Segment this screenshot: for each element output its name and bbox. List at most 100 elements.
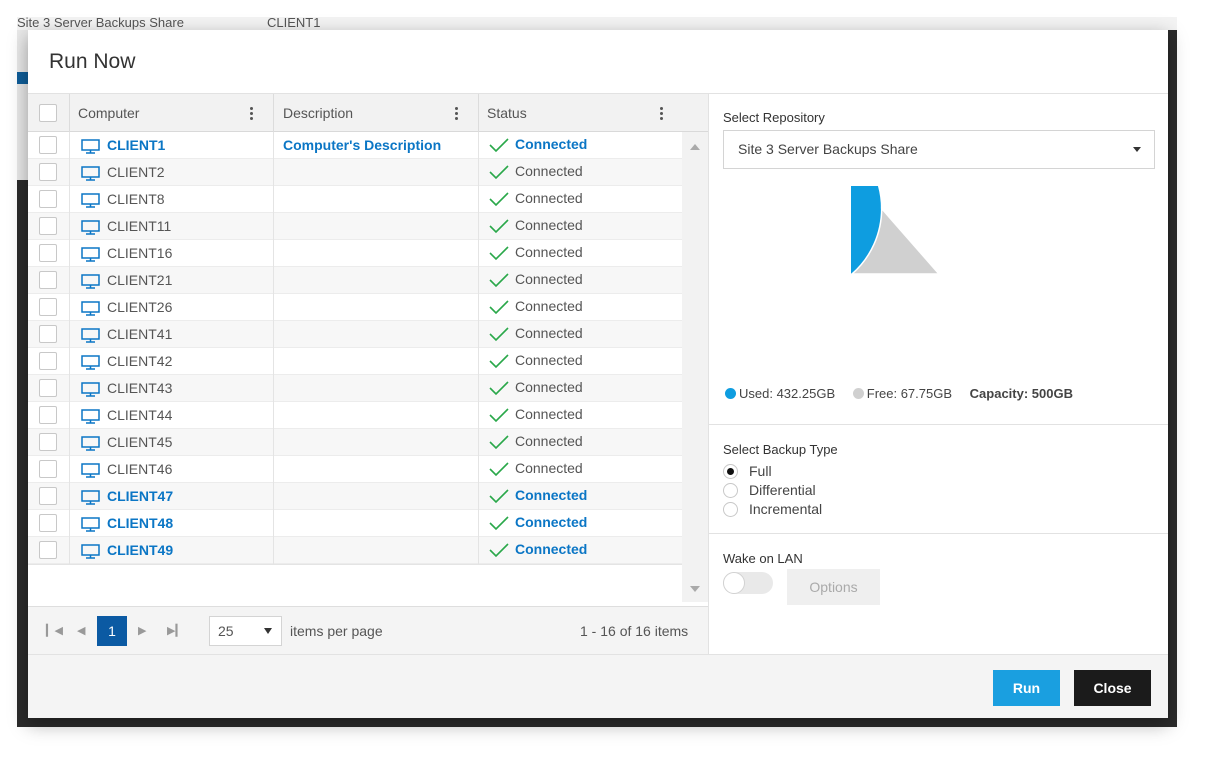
last-page-icon[interactable]: ▶▎ (167, 607, 184, 655)
row-checkbox[interactable] (39, 244, 57, 262)
radio-incremental[interactable] (723, 502, 738, 517)
repository-value: Site 3 Server Backups Share (738, 141, 918, 157)
computer-icon (81, 328, 100, 343)
wake-on-lan-toggle[interactable] (723, 572, 773, 594)
computer-icon (81, 274, 100, 289)
chevron-down-icon (264, 628, 272, 634)
column-header-status[interactable]: Status (487, 94, 527, 132)
column-header-description[interactable]: Description (283, 94, 353, 132)
column-separator (69, 132, 70, 564)
close-button[interactable]: Close (1074, 670, 1151, 706)
table-row[interactable]: CLIENT43 Connected (28, 375, 682, 402)
table-row[interactable]: CLIENT2 Connected (28, 159, 682, 186)
computer-name[interactable]: CLIENT16 (107, 240, 172, 267)
computer-name[interactable]: CLIENT44 (107, 402, 172, 429)
computer-name[interactable]: CLIENT49 (107, 537, 173, 564)
computer-name[interactable]: CLIENT11 (107, 213, 171, 240)
dialog-header: Run Now (28, 30, 1168, 94)
computer-icon (81, 517, 100, 532)
computer-icon (81, 544, 100, 559)
table-row[interactable]: CLIENT11 Connected (28, 213, 682, 240)
computer-name[interactable]: CLIENT46 (107, 456, 172, 483)
table-row[interactable]: CLIENT42 Connected (28, 348, 682, 375)
row-checkbox[interactable] (39, 298, 57, 316)
table-row[interactable]: CLIENT44 Connected (28, 402, 682, 429)
grid-scrollbar[interactable] (682, 132, 708, 602)
check-icon (489, 435, 509, 450)
check-icon (489, 219, 509, 234)
table-row[interactable]: CLIENT26 Connected (28, 294, 682, 321)
row-checkbox[interactable] (39, 514, 57, 532)
column-menu-icon[interactable] (660, 107, 664, 121)
row-checkbox[interactable] (39, 352, 57, 370)
table-row[interactable]: CLIENT49 Connected (28, 537, 682, 564)
row-checkbox[interactable] (39, 433, 57, 451)
computer-name[interactable]: CLIENT43 (107, 375, 172, 402)
status-label: Connected (515, 271, 583, 287)
scroll-up-icon[interactable] (690, 144, 700, 150)
radio-differential[interactable] (723, 483, 738, 498)
computer-name[interactable]: CLIENT2 (107, 159, 165, 186)
computer-name[interactable]: CLIENT42 (107, 348, 172, 375)
background-client-text: CLIENT1 (267, 17, 321, 30)
computer-name[interactable]: CLIENT26 (107, 294, 172, 321)
table-row[interactable]: CLIENT41 Connected (28, 321, 682, 348)
current-page-button[interactable]: 1 (97, 616, 127, 646)
check-icon (489, 381, 509, 396)
chevron-down-icon (1133, 147, 1141, 152)
status-label: Connected (515, 433, 583, 449)
page-size-select[interactable]: 25 (209, 616, 282, 646)
select-all-checkbox[interactable] (39, 104, 57, 122)
status-label: Connected (515, 136, 588, 152)
check-icon (489, 273, 509, 288)
column-menu-icon[interactable] (455, 107, 459, 121)
row-checkbox[interactable] (39, 136, 57, 154)
legend-free-label: Free: 67.75GB (866, 386, 953, 401)
table-row[interactable]: CLIENT16 Connected (28, 240, 682, 267)
radio-label-differential: Differential (749, 482, 816, 498)
repository-select[interactable]: Site 3 Server Backups Share (723, 130, 1155, 169)
next-page-icon[interactable]: ▶ (138, 607, 146, 655)
legend-used: Used: 432.25GB (725, 386, 835, 401)
computer-name[interactable]: CLIENT48 (107, 510, 173, 537)
computer-name[interactable]: CLIENT21 (107, 267, 172, 294)
column-menu-icon[interactable] (250, 107, 254, 121)
row-checkbox[interactable] (39, 271, 57, 289)
background-strip: Site 3 Server Backups Share CLIENT1 (17, 17, 1177, 30)
row-checkbox[interactable] (39, 460, 57, 478)
table-row[interactable]: CLIENT48 Connected (28, 510, 682, 537)
table-row[interactable]: CLIENT46 Connected (28, 456, 682, 483)
prev-page-icon[interactable]: ◀ (77, 607, 85, 655)
status-label: Connected (515, 298, 583, 314)
table-row[interactable]: CLIENT47 Connected (28, 483, 682, 510)
column-separator (273, 132, 274, 564)
column-header-computer[interactable]: Computer (78, 94, 139, 132)
row-checkbox[interactable] (39, 190, 57, 208)
scroll-down-icon[interactable] (690, 586, 700, 592)
column-separator (273, 94, 274, 132)
row-checkbox[interactable] (39, 487, 57, 505)
row-checkbox[interactable] (39, 406, 57, 424)
row-checkbox[interactable] (39, 379, 57, 397)
computer-name[interactable]: CLIENT47 (107, 483, 173, 510)
run-button[interactable]: Run (993, 670, 1060, 706)
row-checkbox[interactable] (39, 217, 57, 235)
table-row[interactable]: CLIENT21 Connected (28, 267, 682, 294)
wake-on-lan-options-button[interactable]: Options (787, 569, 880, 605)
row-checkbox[interactable] (39, 163, 57, 181)
table-row[interactable]: CLIENT45 Connected (28, 429, 682, 456)
table-row[interactable]: CLIENT1 Computer's Description Connected (28, 132, 682, 159)
row-checkbox[interactable] (39, 541, 57, 559)
first-page-icon[interactable]: ▎◀ (46, 607, 63, 655)
computer-name[interactable]: CLIENT8 (107, 186, 165, 213)
section-divider (709, 424, 1168, 425)
computer-name[interactable]: CLIENT41 (107, 321, 172, 348)
computer-name[interactable]: CLIENT45 (107, 429, 172, 456)
computer-icon (81, 220, 100, 235)
radio-full[interactable] (723, 464, 738, 479)
table-row[interactable]: CLIENT8 Connected (28, 186, 682, 213)
dialog-footer: Run Close (28, 654, 1168, 718)
computer-icon (81, 193, 100, 208)
row-checkbox[interactable] (39, 325, 57, 343)
computer-name[interactable]: CLIENT1 (107, 132, 165, 159)
